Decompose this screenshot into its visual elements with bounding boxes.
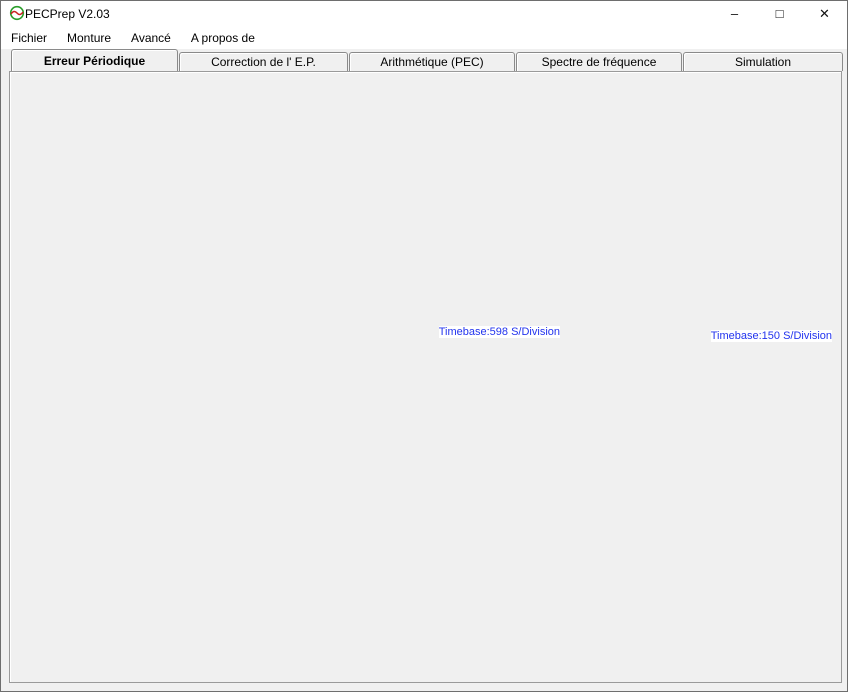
menu-item-3[interactable]: Avancé [121,28,181,48]
tab-page [9,71,842,683]
window-title: PECPrep V2.03 [25,6,110,21]
tab-4[interactable]: Spectre de fréquence [516,52,682,71]
tab-5[interactable]: Simulation [683,52,843,71]
tab-3[interactable]: Arithmétique (PEC) [349,52,515,71]
left-timebase-label: Timebase:598 S/Division [438,326,560,338]
maximize-icon[interactable]: □ [757,1,802,26]
menu-item-4[interactable]: A propos de [181,28,265,48]
app-icon [9,5,25,21]
menubar: Fichier Monture Avancé A propos de [1,26,847,49]
tab-2[interactable]: Correction de l' E.P. [179,52,348,71]
menu-item-1[interactable]: Fichier [1,28,57,48]
menu-item-2[interactable]: Monture [57,28,121,48]
minimize-icon[interactable]: – [712,1,757,26]
close-icon[interactable]: ✕ [802,1,847,26]
titlebar: PECPrep V2.03 – □ ✕ [1,1,847,26]
right-timebase-label: Timebase:150 S/Division [710,330,832,342]
tab-1[interactable]: Erreur Périodique [11,49,178,71]
pecprep-window: PECPrep V2.03 – □ ✕ Fichier Monture Avancé… [0,0,848,692]
